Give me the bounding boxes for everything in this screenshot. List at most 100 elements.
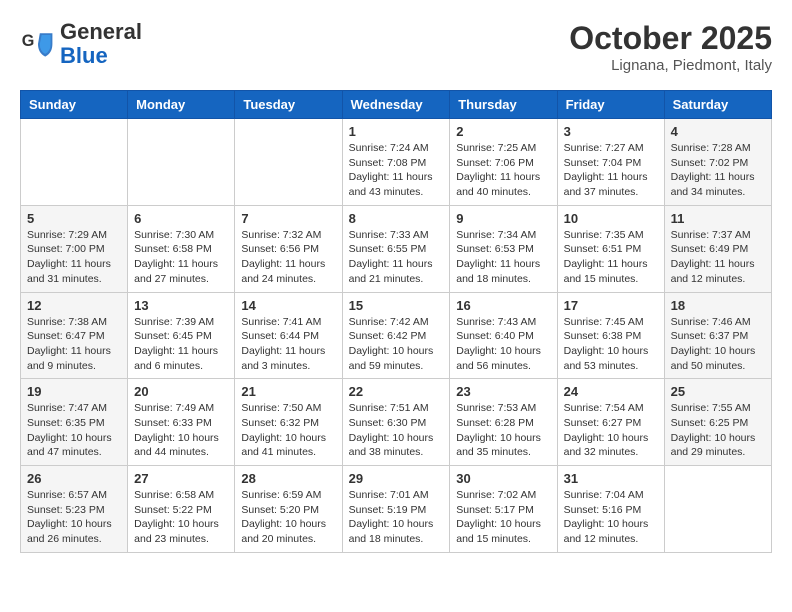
day-info: Sunrise: 7:33 AM Sunset: 6:55 PM Dayligh… [349, 228, 444, 287]
day-cell: 14 Sunrise: 7:41 AM Sunset: 6:44 PM Dayli… [235, 292, 342, 379]
day-number: 26 [27, 471, 121, 486]
day-cell: 23Sunrise: 7:53 AM Sunset: 6:28 PM Dayli… [450, 379, 557, 466]
day-cell [21, 119, 128, 206]
day-cell [128, 119, 235, 206]
day-cell: 4 Sunrise: 7:28 AM Sunset: 7:02 PM Daylig… [664, 119, 771, 206]
day-number: 18 [671, 298, 765, 313]
month-title: October 2025 [569, 20, 772, 57]
day-cell: 8Sunrise: 7:33 AM Sunset: 6:55 PM Daylig… [342, 205, 450, 292]
day-info: Sunrise: 7:30 AM Sunset: 6:58 PM Dayligh… [134, 228, 228, 287]
day-info: Sunrise: 7:24 AM Sunset: 7:08 PM Dayligh… [349, 141, 444, 200]
day-info: Sunrise: 7:37 AM Sunset: 6:49 PM Dayligh… [671, 228, 765, 287]
day-cell: 28 Sunrise: 6:59 AM Sunset: 5:20 PM Dayli… [235, 466, 342, 553]
day-cell: 1 Sunrise: 7:24 AM Sunset: 7:08 PM Daylig… [342, 119, 450, 206]
svg-text:G: G [22, 32, 35, 50]
day-cell: 12 Sunrise: 7:38 AM Sunset: 6:47 PM Dayli… [21, 292, 128, 379]
day-info: Sunrise: 7:54 AM Sunset: 6:27 PM Dayligh… [564, 401, 658, 460]
day-cell: 19 Sunrise: 7:47 AM Sunset: 6:35 PM Dayli… [21, 379, 128, 466]
day-info: Sunrise: 7:25 AM Sunset: 7:06 PM Dayligh… [456, 141, 550, 200]
day-info: Sunrise: 7:51 AM Sunset: 6:30 PM Dayligh… [349, 401, 444, 460]
day-info: Sunrise: 6:59 AM Sunset: 5:20 PM Dayligh… [241, 488, 335, 547]
day-number: 13 [134, 298, 228, 313]
day-cell: 11Sunrise: 7:37 AM Sunset: 6:49 PM Dayli… [664, 205, 771, 292]
day-number: 3 [564, 124, 658, 139]
day-cell: 5 Sunrise: 7:29 AM Sunset: 7:00 PM Daylig… [21, 205, 128, 292]
weekday-header-row: SundayMondayTuesdayWednesdayThursdayFrid… [21, 91, 772, 119]
day-info: Sunrise: 7:53 AM Sunset: 6:28 PM Dayligh… [456, 401, 550, 460]
day-info: Sunrise: 7:41 AM Sunset: 6:44 PM Dayligh… [241, 315, 335, 374]
weekday-header-monday: Monday [128, 91, 235, 119]
day-cell: 26 Sunrise: 6:57 AM Sunset: 5:23 PM Dayli… [21, 466, 128, 553]
day-cell: 2 Sunrise: 7:25 AM Sunset: 7:06 PM Daylig… [450, 119, 557, 206]
day-cell: 18 Sunrise: 7:46 AM Sunset: 6:37 PM Dayli… [664, 292, 771, 379]
day-number: 19 [27, 384, 121, 399]
day-info: Sunrise: 7:47 AM Sunset: 6:35 PM Dayligh… [27, 401, 121, 460]
title-block: October 2025 Lignana, Piedmont, Italy [569, 20, 772, 74]
day-cell: 22Sunrise: 7:51 AM Sunset: 6:30 PM Dayli… [342, 379, 450, 466]
day-info: Sunrise: 7:38 AM Sunset: 6:47 PM Dayligh… [27, 315, 121, 374]
day-info: Sunrise: 7:45 AM Sunset: 6:38 PM Dayligh… [564, 315, 658, 374]
day-number: 9 [456, 211, 550, 226]
day-cell [235, 119, 342, 206]
day-cell: 27 Sunrise: 6:58 AM Sunset: 5:22 PM Dayli… [128, 466, 235, 553]
day-info: Sunrise: 7:04 AM Sunset: 5:16 PM Dayligh… [564, 488, 658, 547]
day-number: 7 [241, 211, 335, 226]
day-number: 30 [456, 471, 550, 486]
day-info: Sunrise: 7:35 AM Sunset: 6:51 PM Dayligh… [564, 228, 658, 287]
day-cell: 3 Sunrise: 7:27 AM Sunset: 7:04 PM Daylig… [557, 119, 664, 206]
weekday-header-saturday: Saturday [664, 91, 771, 119]
week-row-1: 1 Sunrise: 7:24 AM Sunset: 7:08 PM Daylig… [21, 119, 772, 206]
day-info: Sunrise: 7:50 AM Sunset: 6:32 PM Dayligh… [241, 401, 335, 460]
day-info: Sunrise: 6:57 AM Sunset: 5:23 PM Dayligh… [27, 488, 121, 547]
day-cell: 21Sunrise: 7:50 AM Sunset: 6:32 PM Dayli… [235, 379, 342, 466]
day-info: Sunrise: 6:58 AM Sunset: 5:22 PM Dayligh… [134, 488, 228, 547]
day-cell: 25Sunrise: 7:55 AM Sunset: 6:25 PM Dayli… [664, 379, 771, 466]
day-info: Sunrise: 7:34 AM Sunset: 6:53 PM Dayligh… [456, 228, 550, 287]
day-number: 27 [134, 471, 228, 486]
day-cell: 30Sunrise: 7:02 AM Sunset: 5:17 PM Dayli… [450, 466, 557, 553]
week-row-2: 5 Sunrise: 7:29 AM Sunset: 7:00 PM Daylig… [21, 205, 772, 292]
day-info: Sunrise: 7:32 AM Sunset: 6:56 PM Dayligh… [241, 228, 335, 287]
day-number: 5 [27, 211, 121, 226]
day-number: 15 [349, 298, 444, 313]
day-number: 20 [134, 384, 228, 399]
day-number: 4 [671, 124, 765, 139]
week-row-4: 19 Sunrise: 7:47 AM Sunset: 6:35 PM Dayli… [21, 379, 772, 466]
day-info: Sunrise: 7:43 AM Sunset: 6:40 PM Dayligh… [456, 315, 550, 374]
day-cell: 24 Sunrise: 7:54 AM Sunset: 6:27 PM Dayli… [557, 379, 664, 466]
day-cell [664, 466, 771, 553]
day-cell: 9 Sunrise: 7:34 AM Sunset: 6:53 PM Daylig… [450, 205, 557, 292]
day-info: Sunrise: 7:28 AM Sunset: 7:02 PM Dayligh… [671, 141, 765, 200]
calendar-table: SundayMondayTuesdayWednesdayThursdayFrid… [20, 90, 772, 553]
day-number: 28 [241, 471, 335, 486]
location: Lignana, Piedmont, Italy [569, 57, 772, 74]
day-number: 12 [27, 298, 121, 313]
logo-blue: Blue [60, 43, 108, 68]
week-row-5: 26 Sunrise: 6:57 AM Sunset: 5:23 PM Dayli… [21, 466, 772, 553]
day-cell: 31 Sunrise: 7:04 AM Sunset: 5:16 PM Dayli… [557, 466, 664, 553]
day-cell: 6 Sunrise: 7:30 AM Sunset: 6:58 PM Daylig… [128, 205, 235, 292]
weekday-header-friday: Friday [557, 91, 664, 119]
day-number: 2 [456, 124, 550, 139]
day-info: Sunrise: 7:46 AM Sunset: 6:37 PM Dayligh… [671, 315, 765, 374]
day-cell: 13 Sunrise: 7:39 AM Sunset: 6:45 PM Dayli… [128, 292, 235, 379]
weekday-header-wednesday: Wednesday [342, 91, 450, 119]
weekday-header-tuesday: Tuesday [235, 91, 342, 119]
weekday-header-sunday: Sunday [21, 91, 128, 119]
day-number: 16 [456, 298, 550, 313]
day-number: 31 [564, 471, 658, 486]
day-cell: 15 Sunrise: 7:42 AM Sunset: 6:42 PM Dayli… [342, 292, 450, 379]
day-info: Sunrise: 7:27 AM Sunset: 7:04 PM Dayligh… [564, 141, 658, 200]
day-info: Sunrise: 7:29 AM Sunset: 7:00 PM Dayligh… [27, 228, 121, 287]
day-info: Sunrise: 7:39 AM Sunset: 6:45 PM Dayligh… [134, 315, 228, 374]
day-number: 6 [134, 211, 228, 226]
day-number: 25 [671, 384, 765, 399]
day-number: 17 [564, 298, 658, 313]
day-number: 24 [564, 384, 658, 399]
logo-icon: G [20, 26, 56, 62]
day-number: 14 [241, 298, 335, 313]
day-info: Sunrise: 7:42 AM Sunset: 6:42 PM Dayligh… [349, 315, 444, 374]
logo-text: General Blue [60, 20, 142, 68]
week-row-3: 12 Sunrise: 7:38 AM Sunset: 6:47 PM Dayli… [21, 292, 772, 379]
day-number: 1 [349, 124, 444, 139]
